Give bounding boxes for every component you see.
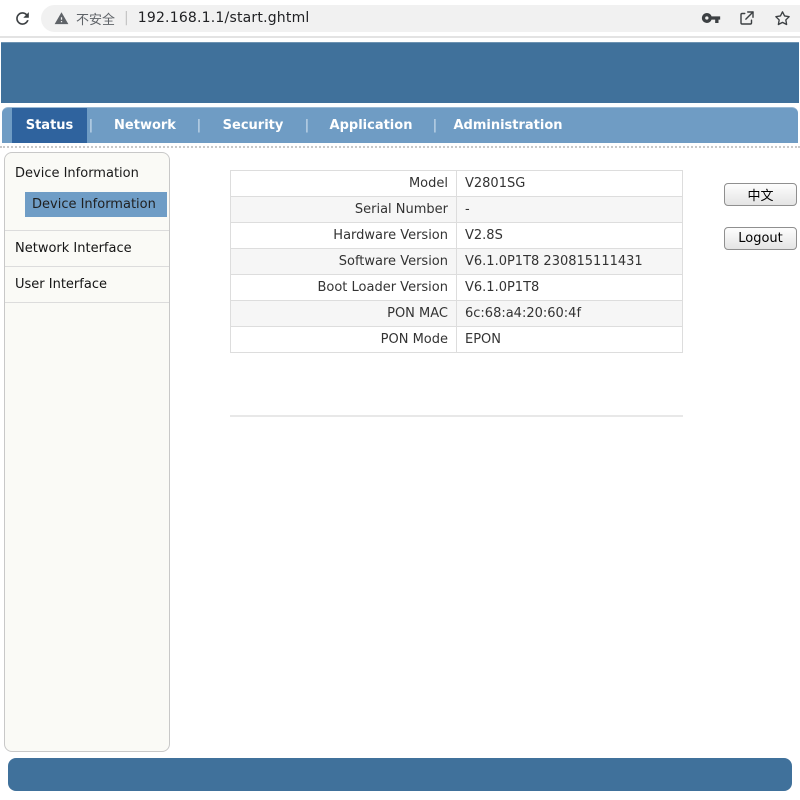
row-value: V2.8S xyxy=(457,223,683,249)
row-value: EPON xyxy=(457,327,683,353)
row-value: V2801SG xyxy=(457,171,683,197)
tab-application[interactable]: Application xyxy=(311,108,431,143)
language-toggle-button[interactable]: 中文 xyxy=(724,183,797,206)
sidebar-group-device-information[interactable]: Device Information xyxy=(5,153,169,192)
tab-separator: | xyxy=(303,108,311,143)
sidebar-item-user-interface[interactable]: User Interface xyxy=(5,266,169,302)
sidebar: Device Information Device Information Ne… xyxy=(4,152,170,752)
table-underline xyxy=(230,415,683,417)
row-label: PON MAC xyxy=(231,301,457,327)
row-label: Software Version xyxy=(231,249,457,275)
row-value: 6c:68:a4:20:60:4f xyxy=(457,301,683,327)
table-row: PON Mode EPON xyxy=(231,327,683,353)
table-row: Serial Number - xyxy=(231,197,683,223)
table-row: Hardware Version V2.8S xyxy=(231,223,683,249)
sidebar-spacer xyxy=(5,217,169,230)
security-chip[interactable]: 不安全 xyxy=(54,9,115,28)
warning-triangle-icon xyxy=(54,11,69,26)
row-label: Hardware Version xyxy=(231,223,457,249)
sidebar-divider xyxy=(5,302,169,303)
omnibox-icons xyxy=(701,8,792,28)
tab-status[interactable]: Status xyxy=(12,108,87,143)
row-label: Boot Loader Version xyxy=(231,275,457,301)
table-row: Boot Loader Version V6.1.0P1T8 xyxy=(231,275,683,301)
table-row: Model V2801SG xyxy=(231,171,683,197)
browser-toolbar: 不安全 | 192.168.1.1/start.ghtml xyxy=(0,0,800,38)
tab-separator: | xyxy=(87,108,95,143)
share-icon[interactable] xyxy=(738,9,756,27)
bookmark-star-icon[interactable] xyxy=(773,9,792,28)
tab-security[interactable]: Security xyxy=(203,108,303,143)
page-footer-banner xyxy=(8,758,792,791)
row-label: PON Mode xyxy=(231,327,457,353)
page: 不安全 | 192.168.1.1/start.ghtml Status | xyxy=(0,0,800,800)
logout-button[interactable]: Logout xyxy=(724,227,797,250)
row-label: Model xyxy=(231,171,457,197)
address-bar[interactable]: 不安全 | 192.168.1.1/start.ghtml xyxy=(41,5,800,32)
row-label: Serial Number xyxy=(231,197,457,223)
security-label: 不安全 xyxy=(76,9,115,28)
reload-button[interactable] xyxy=(8,4,36,32)
nav-tab-bar: Status | Network | Security | Applicatio… xyxy=(2,107,798,143)
sidebar-item-network-interface[interactable]: Network Interface xyxy=(5,230,169,266)
chip-divider: | xyxy=(124,10,129,26)
reload-icon xyxy=(13,9,32,28)
table-row: Software Version V6.1.0P1T8 230815111431 xyxy=(231,249,683,275)
tab-separator: | xyxy=(431,108,439,143)
row-value: V6.1.0P1T8 230815111431 xyxy=(457,249,683,275)
tab-separator: | xyxy=(195,108,203,143)
row-value: V6.1.0P1T8 xyxy=(457,275,683,301)
url-text[interactable]: 192.168.1.1/start.ghtml xyxy=(138,10,310,26)
row-value: - xyxy=(457,197,683,223)
table-row: PON MAC 6c:68:a4:20:60:4f xyxy=(231,301,683,327)
content-divider-dotted xyxy=(0,146,800,148)
tab-administration[interactable]: Administration xyxy=(439,108,577,143)
tab-network[interactable]: Network xyxy=(95,108,195,143)
key-icon[interactable] xyxy=(701,8,721,28)
page-header-banner xyxy=(1,42,799,103)
sidebar-item-device-information-selected[interactable]: Device Information xyxy=(25,192,167,217)
device-info-table: Model V2801SG Serial Number - Hardware V… xyxy=(230,170,683,353)
